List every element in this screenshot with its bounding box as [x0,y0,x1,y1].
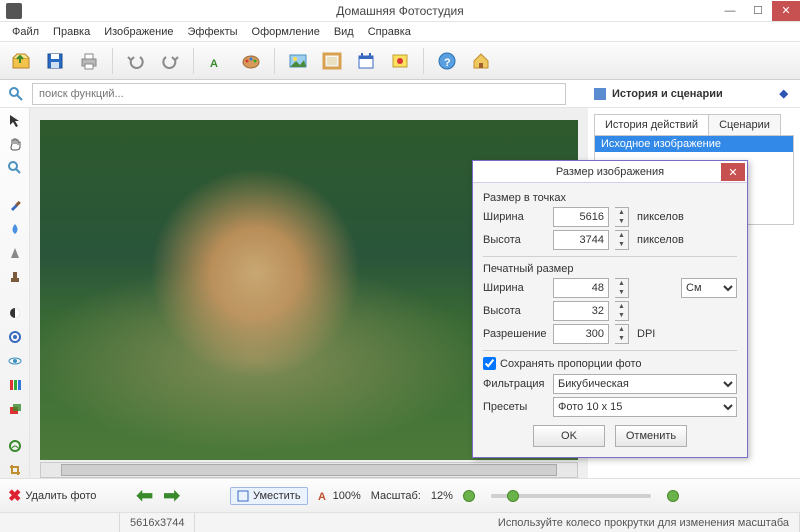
statusbar: 5616x3744 Используйте колесо прокрутки д… [0,512,800,532]
cancel-button[interactable]: Отменить [615,425,687,447]
menu-image[interactable]: Изображение [98,24,179,40]
resolution-label: Разрешение [483,328,547,340]
status-dimensions: 5616x3744 [120,513,195,532]
dpi-unit: DPI [637,328,655,340]
filter-label: Фильтрация [483,378,547,390]
pin-icon[interactable]: ◆ [780,87,788,100]
hand-tool-icon[interactable] [5,136,25,152]
menu-help[interactable]: Справка [362,24,417,40]
zoom-out-button[interactable] [463,490,475,502]
redo-icon[interactable] [155,46,185,76]
zoom-slider[interactable] [491,494,651,498]
horizontal-scrollbar[interactable] [40,462,578,478]
text-icon[interactable]: A [202,46,232,76]
height-px-input[interactable] [553,230,609,250]
panel-icon [594,88,606,100]
width-px-input[interactable] [553,207,609,227]
width-px-spinner[interactable]: ▲▼ [615,207,629,227]
resolution-spinner[interactable]: ▲▼ [615,324,629,344]
tab-history[interactable]: История действий [594,114,709,135]
search-icon [6,84,26,104]
bottom-toolbar: ✖ Удалить фото ⬅ ➡ Уместить A 100% Масшт… [0,478,800,512]
crop-tool-icon[interactable] [5,462,25,478]
height-px-spinner[interactable]: ▲▼ [615,230,629,250]
help-icon[interactable]: ? [432,46,462,76]
frame-icon[interactable] [317,46,347,76]
print-size-label: Печатный размер [483,263,737,275]
menu-file[interactable]: Файл [6,24,45,40]
dialog-titlebar[interactable]: Размер изображения ✕ [473,161,747,183]
x-icon: ✖ [8,486,21,506]
svg-text:A: A [210,58,218,70]
rgb-tool-icon[interactable] [5,377,25,393]
fit-icon [237,490,249,502]
app-title: Домашняя Фотостудия [0,4,800,18]
photo-icon[interactable] [283,46,313,76]
brush-tool-icon[interactable] [5,197,25,213]
resize-dialog: Размер изображения ✕ Размер в точках Шир… [472,160,748,458]
width-label: Ширина [483,211,547,223]
main-toolbar: A ? [0,42,800,80]
search-input[interactable] [32,83,566,105]
zoom-in-button[interactable] [667,490,679,502]
open-icon[interactable] [6,46,36,76]
tab-scenarios[interactable]: Сценарии [708,114,781,135]
undo-icon[interactable] [121,46,151,76]
left-toolbar [0,108,30,478]
pixel-size-label: Размер в точках [483,192,737,204]
scale-label: Масштаб: [371,490,421,502]
titlebar: Домашняя Фотостудия ― ☐ ✕ [0,0,800,22]
palette-icon[interactable] [236,46,266,76]
calendar-icon[interactable] [351,46,381,76]
unit-select[interactable]: См [681,278,737,298]
resolution-input[interactable] [553,324,609,344]
filter-select[interactable]: Бикубическая [553,374,737,394]
width-cm-input[interactable] [553,278,609,298]
height-label: Высота [483,234,547,246]
print-icon[interactable] [74,46,104,76]
dialog-title: Размер изображения [556,166,664,178]
card-icon[interactable] [385,46,415,76]
prev-button[interactable]: ⬅ [136,483,153,508]
zoom-100-button[interactable]: A 100% [318,490,361,502]
width-cm-spinner[interactable]: ▲▼ [615,278,629,298]
keep-proportions-checkbox[interactable]: Сохранять пропорции фото [483,357,737,370]
fit-button[interactable]: Уместить [230,487,308,505]
menu-edit[interactable]: Правка [47,24,96,40]
menubar: Файл Правка Изображение Эффекты Оформлен… [0,22,800,42]
drop-tool-icon[interactable] [5,221,25,237]
search-row: История и сценарии ◆ [0,80,800,108]
height-cm-spinner[interactable]: ▲▼ [615,301,629,321]
eye-tool-icon[interactable] [5,353,25,369]
preset-select[interactable]: Фото 10 x 15 [553,397,737,417]
zoom-text-icon: A [318,490,330,502]
history-panel-title: История и сценарии ◆ [588,83,794,104]
zoom-tool-icon[interactable] [5,160,25,176]
menu-view[interactable]: Вид [328,24,360,40]
contrast-tool-icon[interactable] [5,305,25,321]
scale-value: 12% [431,490,453,502]
layers-tool-icon[interactable] [5,401,25,417]
stamp-tool-icon[interactable] [5,269,25,285]
pointer-tool-icon[interactable] [5,112,25,128]
svg-text:A: A [318,491,326,502]
px-unit: пикселов [637,211,684,223]
ok-button[interactable]: OK [533,425,605,447]
delete-photo-button[interactable]: ✖ Удалить фото [8,486,96,506]
height-cm-input[interactable] [553,301,609,321]
dialog-close-button[interactable]: ✕ [721,163,745,181]
status-hint: Используйте колесо прокрутки для изменен… [195,513,800,532]
menu-decorate[interactable]: Оформление [246,24,326,40]
adjust-tool-icon[interactable] [5,329,25,345]
save-icon[interactable] [40,46,70,76]
history-item[interactable]: Исходное изображение [595,136,793,152]
menu-effects[interactable]: Эффекты [182,24,244,40]
sharpen-tool-icon[interactable] [5,245,25,261]
next-button[interactable]: ➡ [163,483,180,508]
preset-label: Пресеты [483,401,547,413]
svg-text:?: ? [444,57,451,69]
heal-tool-icon[interactable] [5,438,25,454]
home-icon[interactable] [466,46,496,76]
